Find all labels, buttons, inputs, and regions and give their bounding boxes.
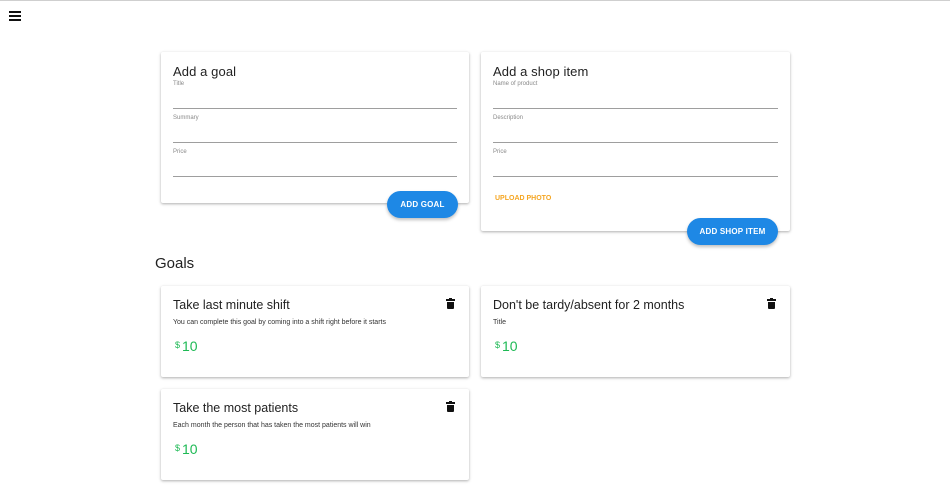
goal-title-field: Title <box>173 81 457 109</box>
goal-summary: Title <box>493 319 506 326</box>
goal-card: Take last minute shift You can complete … <box>161 286 469 377</box>
goal-card: Take the most patients Each month the pe… <box>161 389 469 480</box>
dollar-icon: $ <box>175 340 181 350</box>
product-name-input[interactable] <box>493 93 778 109</box>
add-goal-button[interactable]: ADD GOAL <box>387 191 458 218</box>
goal-price-field: Price <box>173 149 457 177</box>
product-description-input[interactable] <box>493 127 778 143</box>
goal-summary-label: Summary <box>173 115 199 121</box>
dollar-icon: $ <box>495 340 501 350</box>
goal-summary: Each month the person that has taken the… <box>173 422 371 429</box>
goal-price: $10 <box>175 441 198 459</box>
add-goal-title: Add a goal <box>173 64 237 79</box>
dollar-icon: $ <box>175 443 181 453</box>
goal-title: Take the most patients <box>173 401 299 415</box>
goal-title-label: Title <box>173 81 185 87</box>
goal-summary-input[interactable] <box>173 127 457 143</box>
menu-icon[interactable] <box>9 11 21 21</box>
product-name-field: Name of product <box>493 81 778 109</box>
goal-price: $10 <box>495 338 518 356</box>
upload-photo-button[interactable]: UPLOAD PHOTO <box>495 195 551 202</box>
goal-price-amount: 10 <box>182 441 198 457</box>
goal-card: Don't be tardy/absent for 2 months Title… <box>481 286 790 377</box>
product-price-field: Price <box>493 149 778 177</box>
add-shop-item-button[interactable]: ADD SHOP ITEM <box>687 218 778 245</box>
add-shop-item-card: Add a shop item Name of product Descript… <box>481 52 790 231</box>
product-name-label: Name of product <box>493 81 538 87</box>
goal-title-input[interactable] <box>173 93 457 109</box>
goal-summary: You can complete this goal by coming int… <box>173 319 386 326</box>
product-price-label: Price <box>493 149 507 155</box>
product-description-field: Description <box>493 115 778 143</box>
goal-price-label: Price <box>173 149 187 155</box>
add-shop-item-title: Add a shop item <box>493 64 589 79</box>
goal-price-input[interactable] <box>173 161 457 177</box>
trash-icon[interactable] <box>767 297 776 309</box>
goals-heading: Goals <box>155 255 195 272</box>
goal-price-amount: 10 <box>182 338 198 354</box>
product-price-input[interactable] <box>493 161 778 177</box>
product-description-label: Description <box>493 115 524 121</box>
top-divider <box>0 0 950 1</box>
goal-title: Take last minute shift <box>173 298 290 312</box>
goal-summary-field: Summary <box>173 115 457 143</box>
trash-icon[interactable] <box>446 297 455 309</box>
goal-price: $10 <box>175 338 198 356</box>
goal-title: Don't be tardy/absent for 2 months <box>493 298 685 312</box>
add-goal-card: Add a goal Title Summary Price <box>161 52 469 203</box>
goal-price-amount: 10 <box>502 338 518 354</box>
trash-icon[interactable] <box>446 400 455 412</box>
